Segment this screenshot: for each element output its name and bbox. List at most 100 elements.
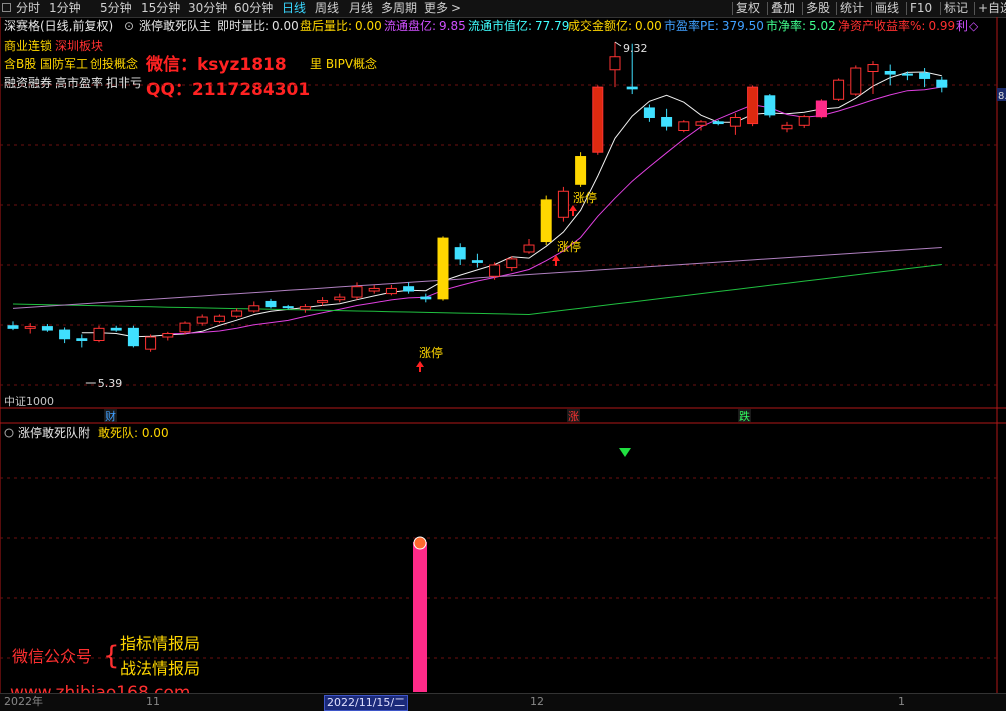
candle[interactable]	[833, 79, 845, 100]
candle[interactable]	[179, 322, 191, 333]
period-tab[interactable]: 月线	[349, 1, 373, 16]
candle[interactable]	[523, 244, 535, 253]
period-tab[interactable]: 30分钟	[188, 1, 227, 16]
ma10-line	[167, 86, 942, 335]
candle[interactable]	[592, 86, 604, 153]
candle[interactable]	[145, 336, 157, 350]
period-tab[interactable]: 60分钟	[234, 1, 273, 16]
toolbar-button[interactable]: 多股	[806, 1, 830, 16]
toolbar-button[interactable]: +自选	[978, 1, 1006, 16]
candle[interactable]	[695, 121, 707, 126]
candle[interactable]	[489, 264, 501, 277]
candle[interactable]	[764, 95, 776, 116]
candle[interactable]	[626, 86, 638, 90]
period-tab[interactable]: 周线	[315, 1, 339, 16]
candle[interactable]	[850, 67, 862, 95]
candle[interactable]	[540, 199, 552, 243]
toolbar-button[interactable]: 统计	[840, 1, 864, 16]
more-arrow-icon[interactable]: >	[451, 1, 461, 16]
toolbar-separator	[974, 2, 975, 15]
candle[interactable]	[59, 329, 71, 340]
candle[interactable]	[609, 56, 621, 71]
toolbar-checkbox[interactable]	[2, 3, 11, 12]
candle[interactable]	[334, 296, 346, 301]
candle[interactable]	[110, 327, 122, 331]
candle[interactable]	[506, 258, 518, 269]
candle[interactable]	[351, 286, 363, 298]
candle[interactable]	[557, 190, 569, 218]
period-tab[interactable]: 多周期	[381, 1, 417, 16]
candle[interactable]	[93, 327, 105, 341]
candle[interactable]	[127, 327, 139, 347]
toolbar-separator	[906, 2, 907, 15]
high-price-label: 9.32	[623, 42, 648, 55]
limit-up-signal-label: 涨停	[419, 345, 443, 360]
toolbar-button[interactable]: F10	[910, 1, 932, 16]
candle[interactable]	[901, 73, 913, 76]
candle[interactable]	[265, 300, 277, 308]
limit-up-signal-label: 涨停	[557, 239, 581, 254]
candle[interactable]	[936, 79, 948, 88]
index-label: 中证1000	[4, 395, 54, 408]
toolbar-separator	[940, 2, 941, 15]
candle[interactable]	[24, 326, 36, 329]
sub-indicator-icon[interactable]	[4, 428, 14, 438]
toolbar-button[interactable]: 画线	[875, 1, 899, 16]
axis-year: 2022年	[4, 695, 43, 708]
candle[interactable]	[661, 116, 673, 127]
candle[interactable]	[884, 71, 896, 75]
gzh-label: 微信公众号	[12, 647, 93, 666]
candle[interactable]	[162, 333, 174, 338]
candle-highlight[interactable]	[815, 100, 827, 118]
candle[interactable]	[678, 121, 690, 132]
toolbar-button[interactable]: 复权	[736, 1, 760, 16]
candle[interactable]	[798, 116, 810, 126]
candle[interactable]	[437, 237, 449, 300]
candle[interactable]	[282, 306, 294, 309]
candle[interactable]	[575, 156, 587, 185]
candle[interactable]	[643, 107, 655, 118]
candle[interactable]	[317, 300, 329, 303]
candle[interactable]	[919, 72, 931, 79]
event-marker[interactable]: 涨	[568, 410, 579, 423]
toolbar-separator	[836, 2, 837, 15]
event-marker[interactable]: 跌	[739, 409, 750, 423]
period-tab[interactable]: 日线	[282, 1, 306, 16]
cursor-date-label: 2022/11/15/二	[324, 695, 409, 711]
candle[interactable]	[7, 325, 19, 329]
candle[interactable]	[420, 296, 432, 300]
sub-indicator-name[interactable]: 涨停敢死队附	[18, 425, 90, 440]
candle[interactable]	[729, 116, 741, 127]
candle[interactable]	[747, 86, 759, 125]
event-marker[interactable]: 财	[105, 409, 116, 423]
candle[interactable]	[368, 287, 380, 292]
candle[interactable]	[781, 124, 793, 130]
price-axis-label: 8.	[998, 91, 1006, 102]
candle[interactable]	[471, 260, 483, 263]
candle[interactable]	[248, 305, 260, 312]
period-tab[interactable]: 1分钟	[49, 1, 81, 16]
period-tab[interactable]: 5分钟	[100, 1, 132, 16]
period-tab[interactable]: 分时	[16, 1, 40, 16]
candle[interactable]	[196, 316, 208, 324]
candle[interactable]	[231, 310, 243, 317]
kline-chart[interactable]: 9.325.39涨停涨停涨停中证1000财涨跌8.涨停敢死队附敢死队: 0.00	[0, 17, 1006, 693]
candle[interactable]	[213, 315, 225, 322]
candle[interactable]	[299, 306, 311, 310]
candle[interactable]	[712, 121, 724, 125]
axis-month: 12	[530, 695, 544, 708]
candle[interactable]	[454, 247, 466, 260]
period-tab[interactable]: 更多	[424, 1, 448, 16]
signal-bar[interactable]	[413, 542, 427, 692]
candle[interactable]	[76, 338, 88, 341]
limit-up-signal-label: 涨停	[573, 190, 597, 205]
candle[interactable]	[41, 326, 53, 331]
candle[interactable]	[385, 287, 397, 295]
candle[interactable]	[403, 286, 415, 292]
candle[interactable]	[867, 64, 879, 73]
toolbar-separator	[802, 2, 803, 15]
toolbar-button[interactable]: 标记	[944, 1, 968, 16]
toolbar-button[interactable]: 叠加	[771, 1, 795, 16]
ma5-line	[81, 71, 942, 338]
period-tab[interactable]: 15分钟	[141, 1, 180, 16]
